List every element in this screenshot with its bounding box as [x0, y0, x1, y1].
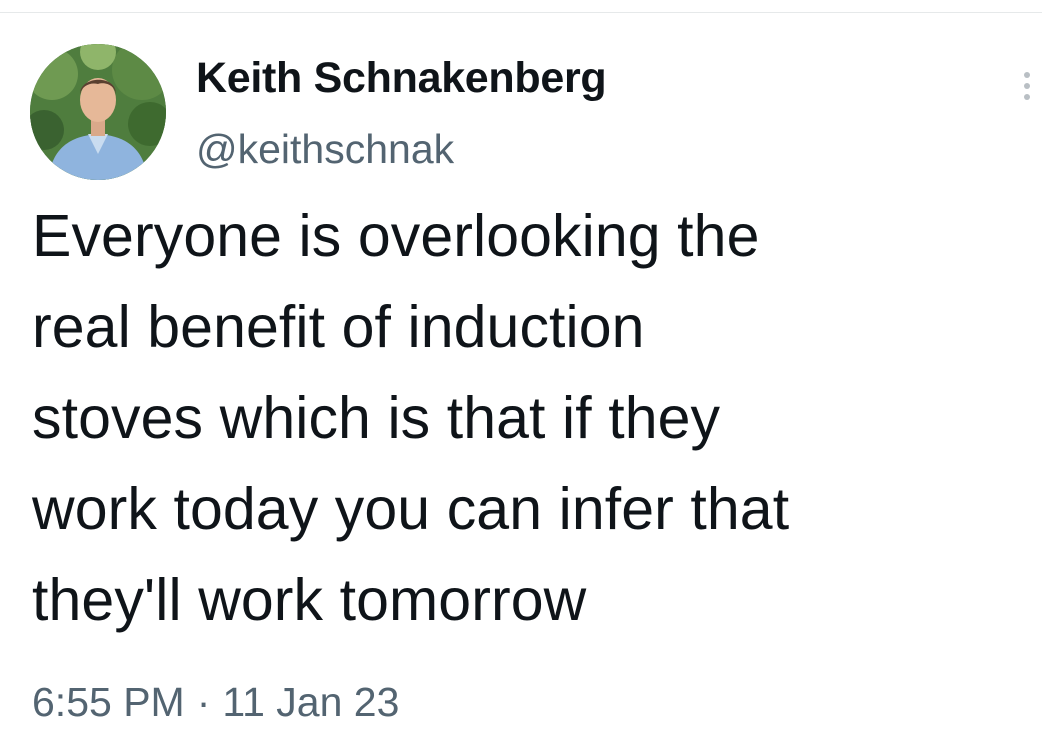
- tweet-text-line: real benefit of induction: [32, 294, 645, 360]
- tweet-text-line: stoves which is that if they: [32, 385, 721, 451]
- tweet-text-line: they'll work tomorrow: [32, 567, 587, 633]
- tweet-text-line: work today you can infer that: [32, 476, 790, 542]
- more-options-button[interactable]: [1012, 64, 1042, 108]
- author-handle[interactable]: @keithschnak: [196, 124, 454, 174]
- author-avatar[interactable]: [30, 44, 166, 180]
- more-vertical-icon: [1024, 83, 1030, 89]
- profile-photo-icon: [30, 44, 166, 180]
- tweet-text-line: Everyone is overlooking the: [32, 203, 760, 269]
- meta-separator: ·: [196, 679, 211, 725]
- author-name[interactable]: Keith Schnakenberg: [196, 52, 607, 104]
- tweet-text: Everyone is overlooking the real benefit…: [32, 191, 1032, 646]
- more-vertical-icon: [1024, 72, 1030, 78]
- more-vertical-icon: [1024, 94, 1030, 100]
- tweet-timestamp[interactable]: 6:55 PM · 11 Jan 23: [32, 676, 399, 728]
- tweet-time: 6:55 PM: [32, 679, 185, 725]
- tweet-date: 11 Jan 23: [222, 679, 400, 725]
- tweet-card: Keith Schnakenberg @keithschnak Everyone…: [0, 0, 1042, 745]
